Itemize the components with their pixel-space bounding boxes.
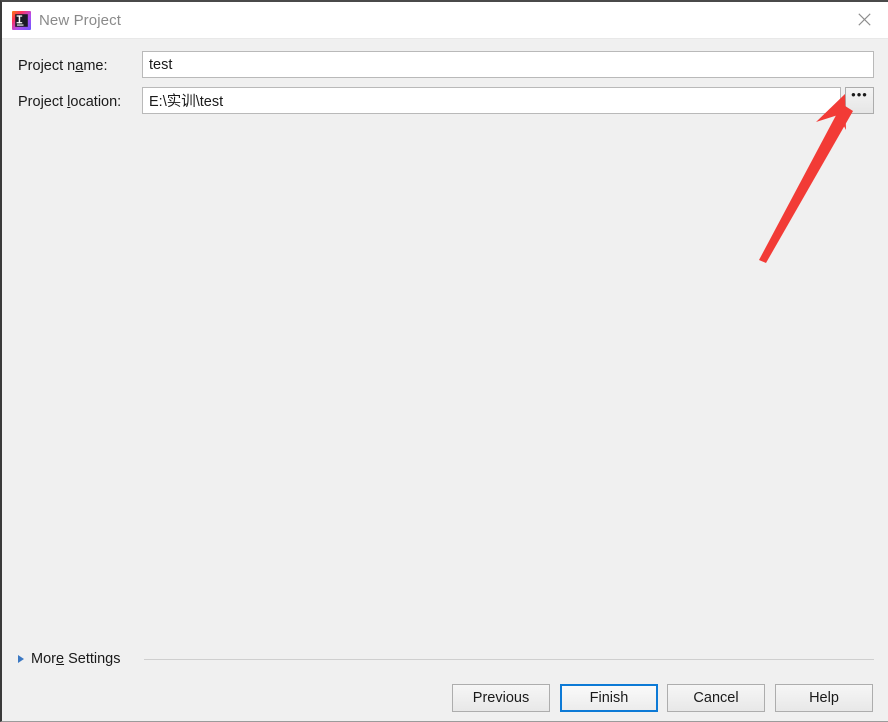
close-icon — [858, 13, 871, 26]
dialog-button-bar: Previous Finish Cancel Help — [2, 681, 888, 721]
intellij-idea-icon — [12, 11, 31, 30]
more-settings-label: More Settings — [31, 650, 120, 668]
project-location-label-prefix: Project — [18, 94, 68, 110]
title-bar: New Project — [2, 2, 888, 39]
more-settings-separator — [144, 659, 874, 660]
project-location-input[interactable] — [142, 87, 841, 114]
more-settings-label-suffix: Settings — [64, 651, 121, 667]
project-location-label-suffix: ocation: — [70, 94, 122, 110]
project-name-label-prefix: Project n — [18, 58, 76, 74]
finish-button[interactable]: Finish — [560, 684, 658, 712]
more-settings-label-mnemonic: e — [55, 651, 65, 667]
project-name-label-suffix: me: — [83, 58, 108, 74]
project-location-label: Project location: — [18, 93, 121, 111]
cancel-button[interactable]: Cancel — [667, 684, 765, 712]
window-title: New Project — [39, 12, 121, 29]
more-settings-toggle[interactable]: More Settings — [18, 649, 120, 669]
project-name-input[interactable] — [142, 51, 874, 78]
close-button[interactable] — [842, 2, 888, 37]
browse-folder-button[interactable]: ••• — [845, 87, 874, 114]
previous-button[interactable]: Previous — [452, 684, 550, 712]
more-settings-row: More Settings — [18, 649, 874, 669]
chevron-right-icon — [18, 655, 24, 663]
help-button[interactable]: Help — [775, 684, 873, 712]
browse-ellipsis-icon: ••• — [851, 87, 868, 102]
project-name-label: Project name: — [18, 57, 107, 75]
new-project-dialog: New Project Project name: Project locati… — [0, 0, 888, 722]
more-settings-label-prefix: Mor — [31, 651, 56, 667]
